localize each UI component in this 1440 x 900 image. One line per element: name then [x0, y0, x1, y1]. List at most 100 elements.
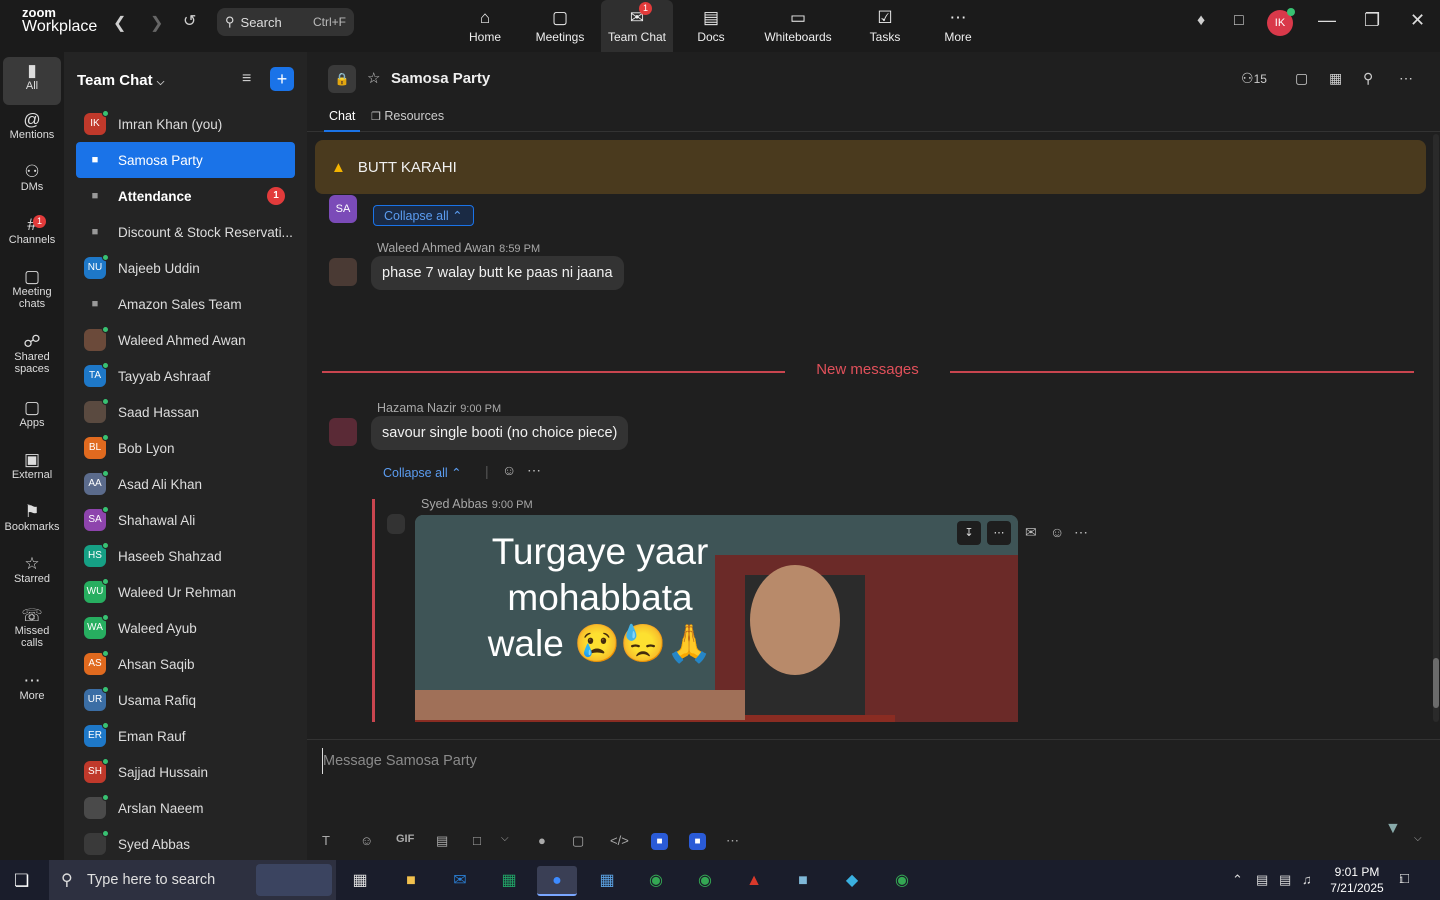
avatar[interactable]	[387, 514, 405, 534]
nav-tasks[interactable]: ☑ Tasks	[849, 0, 921, 52]
avatar[interactable]	[329, 258, 357, 286]
tab-resources[interactable]: ❐ Resources	[371, 109, 444, 123]
chrome-icon[interactable]: ◉	[882, 866, 922, 896]
sidebar-item[interactable]: UR Usama Rafiq	[76, 682, 295, 718]
more-options-icon[interactable]: ⋯	[987, 521, 1011, 545]
code-icon[interactable]: </>	[610, 833, 629, 848]
history-icon[interactable]: ↺	[183, 11, 196, 31]
nav-meetings[interactable]: ▢ Meetings	[524, 0, 596, 52]
filezilla-icon[interactable]: ▲	[734, 866, 774, 896]
sidebar-item[interactable]: WU Waleed Ur Rehman	[76, 574, 295, 610]
star-icon[interactable]: ☆	[367, 69, 380, 87]
gif-icon[interactable]: GIF	[396, 833, 414, 845]
app-icon[interactable]: ■	[689, 833, 706, 850]
chrome-icon[interactable]: ◉	[685, 866, 725, 896]
rail-shared-spaces[interactable]: ☍ Shared spaces	[0, 333, 64, 375]
user-avatar[interactable]: IK	[1267, 8, 1295, 36]
nav-home[interactable]: ⌂ Home	[449, 0, 521, 52]
new-chat-button[interactable]: +	[270, 67, 294, 91]
sidebar-item[interactable]: ER Eman Rauf	[76, 718, 295, 754]
network-icon[interactable]: ▤	[1256, 872, 1268, 888]
members-button[interactable]: ⚇15	[1241, 70, 1267, 87]
file-icon[interactable]: ▤	[436, 833, 448, 849]
text-format-icon[interactable]: T	[322, 833, 330, 848]
channel-name[interactable]: Samosa Party	[391, 70, 490, 87]
sidebar-title[interactable]: Team Chat ⌵	[77, 72, 164, 89]
minimize-icon[interactable]: —	[1318, 10, 1336, 31]
message-input[interactable]	[322, 748, 1422, 774]
more-options-icon[interactable]: ⋯	[527, 462, 541, 479]
outlook-icon[interactable]: ✉	[440, 866, 480, 896]
back-arrow-icon[interactable]: ❮	[113, 13, 126, 33]
restore-icon[interactable]: ❐	[1364, 10, 1380, 31]
rail-apps[interactable]: ▢ Apps	[0, 399, 64, 429]
calendar-icon[interactable]: ▦	[1329, 70, 1342, 87]
gift-icon[interactable]: □	[1234, 12, 1244, 30]
rail-bookmarks[interactable]: ⚑ Bookmarks	[0, 503, 64, 533]
windows-start-icon[interactable]: ❏	[14, 871, 29, 891]
more-options-icon[interactable]: ⋯	[1399, 70, 1413, 87]
rail-dms[interactable]: ⚇ DMs	[0, 163, 64, 193]
sidebar-item[interactable]: Saad Hassan	[76, 394, 295, 430]
video-icon[interactable]: ▢	[1295, 70, 1308, 87]
volume-icon[interactable]: ♫	[1302, 872, 1312, 887]
close-icon[interactable]: ✕	[1410, 10, 1425, 31]
send-icon[interactable]: ▼	[1385, 820, 1401, 838]
sidebar-item[interactable]: ■ Attendance 1	[76, 178, 295, 214]
message-bubble[interactable]: savour single booti (no choice piece)	[371, 416, 629, 450]
add-reaction-icon[interactable]: ☺	[1050, 524, 1064, 540]
chevron-down-icon[interactable]: ⌵	[501, 833, 509, 844]
rail-more[interactable]: ⋯ More	[0, 672, 64, 702]
add-reaction-icon[interactable]: ☺	[502, 462, 516, 478]
sidebar-item[interactable]: WA Waleed Ayub	[76, 610, 295, 646]
app-icon[interactable]: ■	[651, 833, 668, 850]
search-box[interactable]: ⚲ Search Ctrl+F	[217, 8, 354, 36]
rail-starred[interactable]: ☆ Starred	[0, 555, 64, 585]
rail-external[interactable]: ▣ External	[0, 451, 64, 481]
sidebar-item[interactable]: ■ Amazon Sales Team	[76, 286, 295, 322]
bell-icon[interactable]: ♦	[1197, 12, 1205, 30]
collapse-all-button[interactable]: Collapse all ⌃	[373, 205, 474, 226]
sidebar-item[interactable]: AA Asad Ali Khan	[76, 466, 295, 502]
sidebar-item[interactable]: TA Tayyab Ashraaf	[76, 358, 295, 394]
chevron-down-icon[interactable]: ⌵	[1414, 833, 1422, 844]
sidebar-item[interactable]: SH Sajjad Hussain	[76, 754, 295, 790]
sidebar-item[interactable]: NU Najeeb Uddin	[76, 250, 295, 286]
nav-team-chat[interactable]: ✉ 1 Team Chat	[601, 0, 673, 52]
sidebar-item[interactable]: AS Ahsan Saqib	[76, 646, 295, 682]
search-icon[interactable]: ⚲	[1363, 70, 1373, 87]
emoji-icon[interactable]: ☺	[360, 833, 373, 848]
task-view-icon[interactable]: ▦	[340, 866, 380, 896]
download-icon[interactable]: ↧	[957, 521, 981, 545]
tab-chat[interactable]: Chat	[323, 109, 361, 132]
sidebar-item[interactable]: Waleed Ahmed Awan	[76, 322, 295, 358]
message-scrollbar[interactable]	[1433, 134, 1439, 722]
avatar[interactable]	[329, 418, 357, 446]
taskbar-clock[interactable]: 9:01 PM 7/21/2025	[1328, 864, 1386, 896]
sidebar-item[interactable]: HS Haseeb Shahzad	[76, 538, 295, 574]
calculator-icon[interactable]: ▦	[587, 866, 627, 896]
message-bubble[interactable]: phase 7 walay butt ke paas ni jaana	[371, 256, 624, 290]
nav-more[interactable]: ⋯ More	[922, 0, 994, 52]
video-message-icon[interactable]: ▢	[572, 833, 584, 849]
scrollbar-thumb[interactable]	[1433, 658, 1439, 708]
microphone-icon[interactable]: ●	[538, 833, 546, 848]
forward-arrow-icon[interactable]: ❯	[150, 13, 163, 33]
taskbar-search[interactable]: ⚲ Type here to search	[49, 860, 336, 900]
nav-whiteboards[interactable]: ▭ Whiteboards	[762, 0, 834, 52]
filter-icon[interactable]: ≡	[242, 70, 251, 88]
sidebar-item[interactable]: Arslan Naeem	[76, 790, 295, 826]
sidebar-item[interactable]: ■ Samosa Party	[76, 142, 295, 178]
app-icon[interactable]: ◆	[832, 866, 872, 896]
sidebar-item[interactable]: IK Imran Khan (you)	[76, 106, 295, 142]
more-options-icon[interactable]: ⋯	[1074, 524, 1088, 541]
image-attachment[interactable]: Turgaye yaar mohabbata wale 😢😓🙏 ↧ ⋯	[415, 515, 1018, 722]
rail-meeting-chats[interactable]: ▢ Meeting chats	[0, 268, 64, 310]
pinned-message[interactable]: ▲ BUTT KARAHI	[315, 140, 1426, 194]
sidebar-item[interactable]: Syed Abbas	[76, 826, 295, 862]
sidebar-item[interactable]: ■ Discount & Stock Reservati...	[76, 214, 295, 250]
reply-icon[interactable]: ✉	[1025, 524, 1037, 541]
screenshot-icon[interactable]: □	[473, 833, 481, 848]
sidebar-item[interactable]: SA Shahawal Ali	[76, 502, 295, 538]
zoom-app-icon[interactable]: ●	[537, 866, 577, 896]
